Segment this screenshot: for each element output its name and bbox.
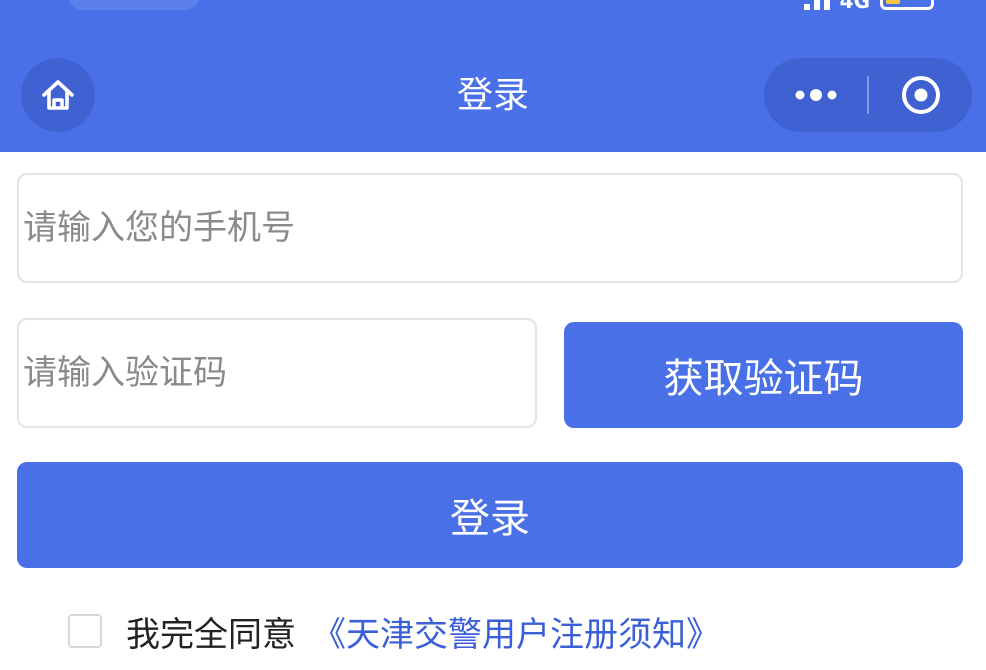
signal-icon (803, 0, 830, 10)
login-page: 4G 登录 请输入您的手机号 请输入验证码 获取验证码 登录 我完全同意 《天津… (0, 0, 986, 670)
phone-field (17, 173, 963, 283)
agree-text: 我完全同意 (126, 614, 296, 655)
more-button[interactable] (764, 58, 867, 132)
battery-icon (880, 0, 934, 10)
nav-bar: 4G 登录 (0, 0, 986, 152)
status-bar-indicators: 4G (803, 0, 934, 13)
code-input[interactable] (19, 320, 535, 426)
mini-program-capsule (764, 58, 972, 132)
login-button[interactable]: 登录 (17, 462, 963, 568)
more-dots-icon (795, 89, 836, 101)
agreement-link[interactable]: 《天津交警用户注册须知》 (312, 607, 720, 656)
phone-input[interactable] (19, 175, 961, 281)
code-field (17, 318, 537, 428)
network-label: 4G (839, 0, 870, 13)
agreement-row: 我完全同意 《天津交警用户注册须知》 (68, 606, 720, 656)
agree-checkbox[interactable] (68, 614, 102, 648)
status-bar-pill (68, 0, 200, 10)
get-code-button[interactable]: 获取验证码 (564, 322, 963, 428)
record-circle-icon (901, 76, 940, 114)
close-button[interactable] (869, 58, 972, 132)
